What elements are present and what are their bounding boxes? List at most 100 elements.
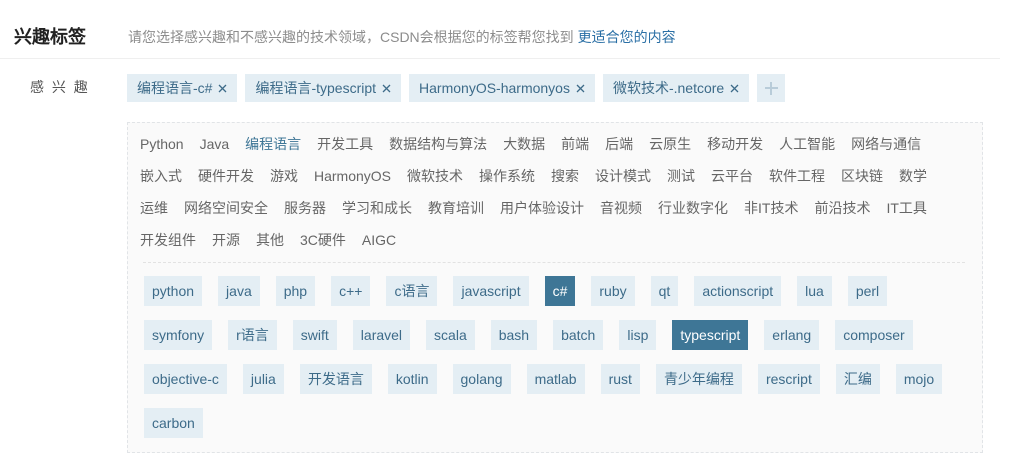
subtag[interactable]: rescript	[757, 364, 820, 394]
category-item[interactable]: 学习和成长	[342, 198, 412, 218]
subtag[interactable]: rust	[600, 364, 640, 394]
category-item[interactable]: 数据结构与算法	[389, 134, 487, 154]
category-item[interactable]: 软件工程	[769, 166, 825, 186]
category-item[interactable]: HarmonyOS	[314, 166, 391, 186]
subtag[interactable]: matlab	[526, 364, 585, 394]
subtag[interactable]: perl	[847, 276, 888, 306]
subtag[interactable]: actionscript	[694, 276, 782, 306]
subtag[interactable]: java	[218, 276, 260, 306]
subtag-list: python java php c++ c语言 javascript c# ruby qt act…	[128, 263, 982, 438]
selected-tag-label: 编程语言-typescript	[255, 80, 377, 96]
selected-tag[interactable]: 编程语言-typescript	[245, 74, 402, 102]
subtag[interactable]: bash	[490, 320, 538, 350]
category-item[interactable]: 区块链	[841, 166, 883, 186]
category-item[interactable]: Java	[200, 134, 230, 154]
selected-tag[interactable]: HarmonyOS-harmonyos	[409, 74, 595, 102]
category-item[interactable]: 后端	[605, 134, 633, 154]
tag-picker-panel: Python Java 编程语言 开发工具 数据结构与算法 大数据 前端 后端 云原生 移动开发人…	[127, 122, 983, 453]
subtag[interactable]: mojo	[895, 364, 943, 394]
category-item[interactable]: 云平台	[711, 166, 753, 186]
category-item[interactable]: 音视频	[600, 198, 642, 218]
subtag[interactable]: batch	[553, 320, 604, 350]
subtag[interactable]: lua	[797, 276, 832, 306]
close-icon[interactable]	[576, 84, 585, 93]
subtag[interactable]: carbon	[144, 408, 203, 438]
category-item[interactable]: 测试	[667, 166, 695, 186]
selected-tags: 编程语言-c# 编程语言-typescript HarmonyOS-harmonyo…	[127, 74, 786, 102]
category-item[interactable]: 嵌入式	[140, 166, 182, 186]
subtag[interactable]: scala	[426, 320, 475, 350]
close-icon[interactable]	[218, 84, 227, 93]
category-item[interactable]: 大数据	[503, 134, 545, 154]
category-item[interactable]: 设计模式	[595, 166, 651, 186]
subtag[interactable]: c语言	[386, 276, 438, 306]
category-item[interactable]: 操作系统	[479, 166, 535, 186]
close-icon[interactable]	[730, 84, 739, 93]
category-item[interactable]: 行业数字化	[658, 198, 728, 218]
category-item[interactable]: 搜索	[551, 166, 579, 186]
subtag[interactable]: swift	[292, 320, 337, 350]
category-item[interactable]: 移动开发	[707, 134, 763, 154]
category-item[interactable]: 硬件开发	[198, 166, 254, 186]
subtag[interactable]: php	[275, 276, 316, 306]
category-item[interactable]: Python	[140, 134, 184, 154]
category-item[interactable]: 运维	[140, 198, 168, 218]
close-icon[interactable]	[382, 84, 391, 93]
category-row: 运维 网络空间安全 服务器 学习和成长 教育培训 用户体验设计 音视频 行业数字化 非IT技术前…	[140, 198, 982, 218]
category-item[interactable]: 开发工具	[317, 134, 373, 154]
category-item[interactable]: 开发组件	[140, 230, 196, 250]
category-item-active[interactable]: 编程语言	[245, 134, 301, 154]
subtag[interactable]: qt	[650, 276, 679, 306]
selected-tag-label: 微软技术-.netcore	[612, 80, 725, 96]
category-item[interactable]: 网络空间安全	[184, 198, 268, 218]
subtag[interactable]: c++	[331, 276, 371, 306]
subtag[interactable]: symfony	[144, 320, 213, 350]
subtag[interactable]: erlang	[764, 320, 820, 350]
subtag-row: carbon	[144, 408, 966, 438]
subtag[interactable]: lisp	[619, 320, 657, 350]
category-item[interactable]: AIGC	[362, 230, 396, 250]
category-item[interactable]: 前沿技术	[814, 198, 870, 218]
selected-tag[interactable]: 微软技术-.netcore	[602, 74, 750, 102]
subtag[interactable]: golang	[452, 364, 511, 394]
category-item[interactable]: 开源	[212, 230, 240, 250]
more-content-link[interactable]: 更适合您的内容	[578, 29, 676, 45]
subtag[interactable]: 青少年编程	[655, 364, 742, 394]
subtag[interactable]: kotlin	[387, 364, 437, 394]
category-item[interactable]: 教育培训	[428, 198, 484, 218]
subtag[interactable]: javascript	[453, 276, 529, 306]
category-item[interactable]: 用户体验设计	[500, 198, 584, 218]
subtag-row: python java php c++ c语言 javascript c# ruby qt act…	[144, 276, 966, 306]
category-item[interactable]: 数学	[899, 166, 927, 186]
category-item[interactable]: 其他	[256, 230, 284, 250]
category-item[interactable]: 3C硬件	[300, 230, 346, 250]
category-row: 嵌入式 硬件开发 游戏 HarmonyOS 微软技术 操作系统 搜索 设计模式 测试 云平台 软件工…	[140, 166, 982, 186]
subtag-selected[interactable]: typescript	[672, 320, 749, 350]
subtag[interactable]: objective-c	[144, 364, 227, 394]
add-tag-button[interactable]	[757, 74, 786, 102]
subtag[interactable]: 汇编	[835, 364, 880, 394]
subtag[interactable]: ruby	[591, 276, 635, 306]
category-item[interactable]: 网络与通信	[851, 134, 921, 154]
selected-tag-label: 编程语言-c#	[137, 80, 213, 96]
category-item[interactable]: 云原生	[649, 134, 691, 154]
subtag[interactable]: composer	[835, 320, 913, 350]
category-item[interactable]: 微软技术	[407, 166, 463, 186]
category-item[interactable]: 服务器	[284, 198, 326, 218]
category-item[interactable]: 游戏	[270, 166, 298, 186]
header-description: 请您选择感兴趣和不感兴趣的技术领域，CSDN会根据您的标签帮您找到 更适合您的内容	[128, 28, 676, 46]
category-item[interactable]: 非IT技术	[744, 198, 798, 218]
category-item[interactable]: 人工智能	[779, 134, 835, 154]
subtag[interactable]: julia	[242, 364, 284, 394]
subtag[interactable]: r语言	[228, 320, 277, 350]
subtag-selected[interactable]: c#	[544, 276, 576, 306]
category-list: Python Java 编程语言 开发工具 数据结构与算法 大数据 前端 后端 云原生 移动开发人…	[128, 123, 982, 250]
selected-tag[interactable]: 编程语言-c#	[127, 74, 238, 102]
category-item[interactable]: 前端	[561, 134, 589, 154]
subtag[interactable]: 开发语言	[299, 364, 372, 394]
description-text: 请您选择感兴趣和不感兴趣的技术领域，CSDN会根据您的标签帮您找到	[128, 29, 574, 45]
header: 兴趣标签 请您选择感兴趣和不感兴趣的技术领域，CSDN会根据您的标签帮您找到 更适…	[0, 0, 1000, 59]
category-item[interactable]: IT工具	[886, 198, 926, 218]
subtag[interactable]: python	[144, 276, 203, 306]
subtag[interactable]: laravel	[352, 320, 411, 350]
